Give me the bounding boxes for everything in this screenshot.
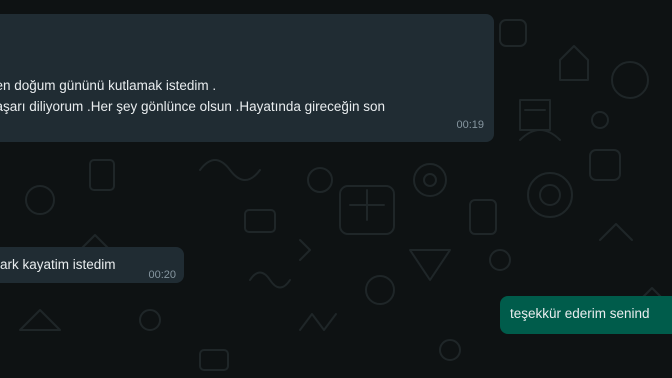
message-timestamp: 00:19 — [456, 119, 484, 131]
outgoing-message-bubble[interactable]: teşekkür ederim senind — [500, 296, 672, 334]
message-text: den doğum gününü kutlamak istedim . başa… — [0, 75, 385, 138]
message-text: ark kayatim istedim — [0, 254, 116, 275]
message-line: ) — [0, 117, 385, 138]
message-timestamp: 00:20 — [148, 269, 176, 281]
incoming-message-bubble[interactable]: ark kayatim istedim 00:20 — [0, 247, 184, 283]
message-line: başarı diliyorum .Her şey gönlünce olsun… — [0, 99, 385, 114]
message-line: den doğum gününü kutlamak istedim . — [0, 78, 217, 93]
message-line: teşekkür ederim senind — [510, 306, 650, 321]
incoming-message-bubble[interactable]: den doğum gününü kutlamak istedim . başa… — [0, 14, 494, 142]
chat-background: den doğum gününü kutlamak istedim . başa… — [0, 0, 672, 378]
message-line: ark kayatim istedim — [0, 257, 116, 272]
message-text: teşekkür ederim senind — [510, 303, 650, 324]
